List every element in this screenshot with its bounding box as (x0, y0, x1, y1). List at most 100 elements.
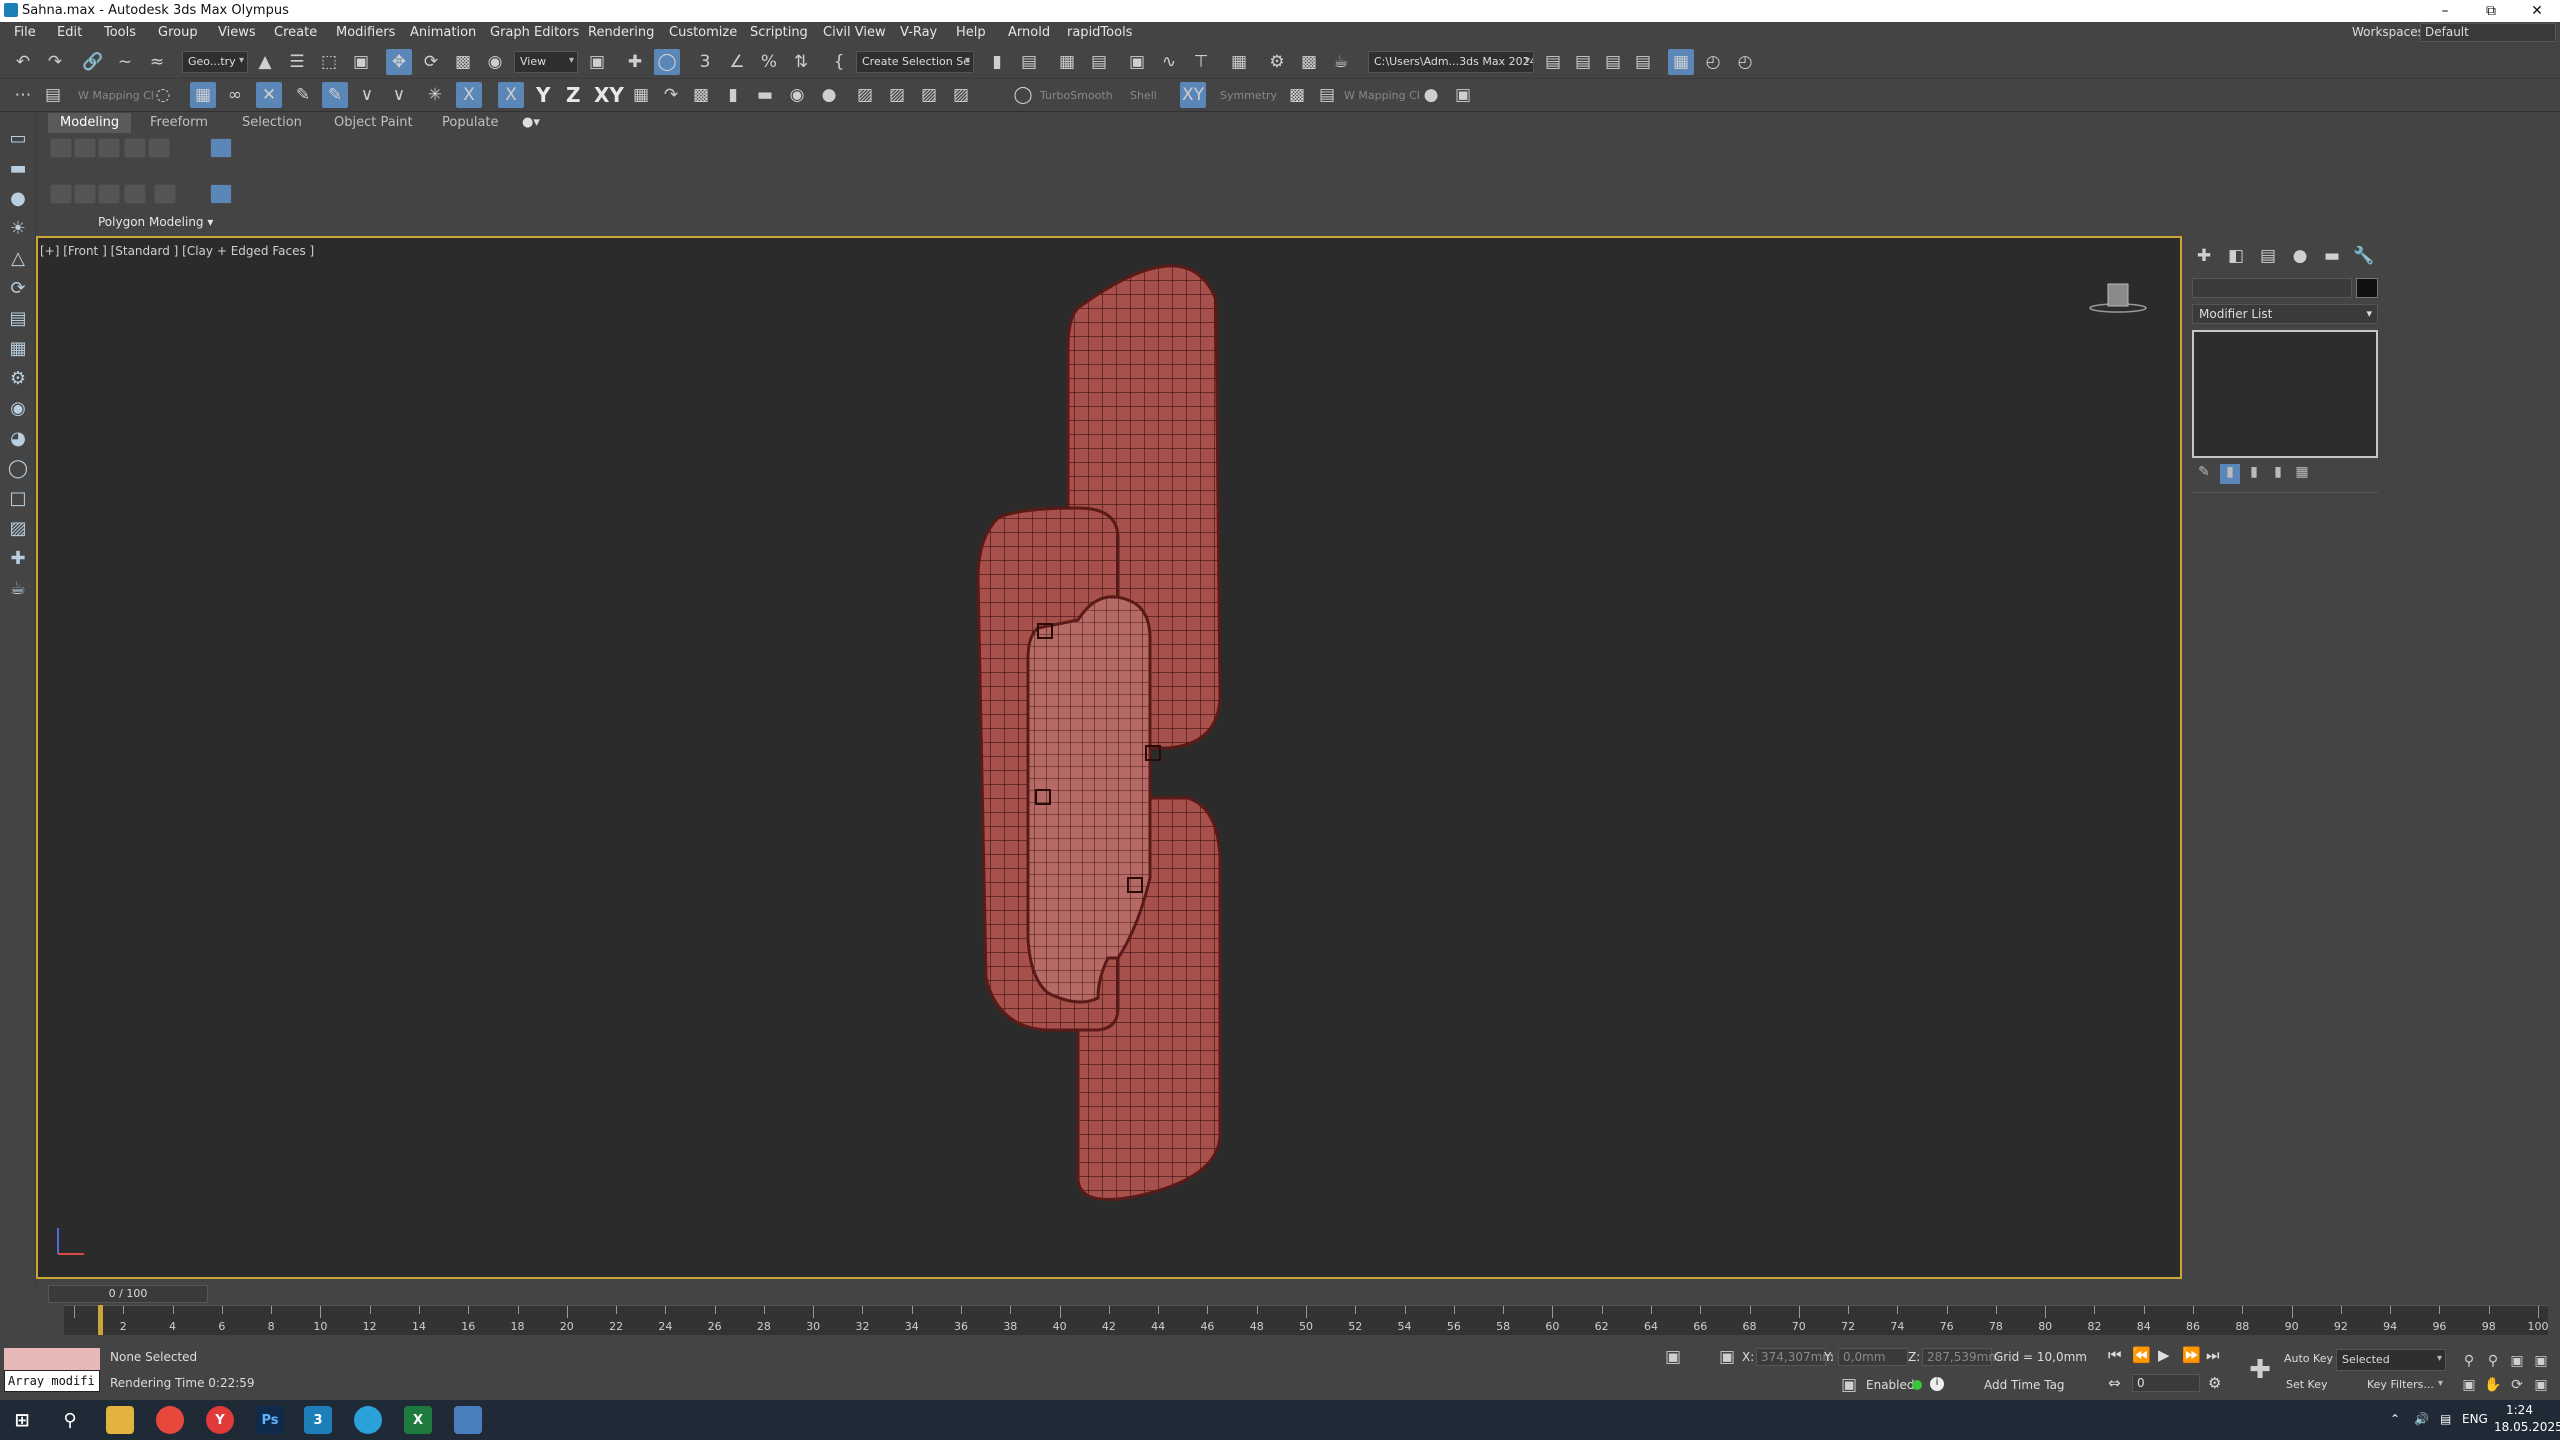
paint-icon[interactable]: ✎ (322, 82, 348, 108)
uvw-map-icon[interactable]: ▤ (40, 82, 66, 108)
tab-object-paint[interactable]: Object Paint (334, 115, 413, 130)
snaps-toggle-icon[interactable]: 3 (692, 49, 718, 75)
utilities-tab-icon[interactable]: 🔧 (2350, 246, 2378, 270)
project-path-dropdown[interactable]: C:\Users\Adm...3ds Max 2024 (1368, 51, 1534, 73)
x-field[interactable]: 374,307mm (1756, 1348, 1834, 1366)
scissor-icon[interactable]: ✕ (256, 82, 282, 108)
timer-icon[interactable]: ◴ (1700, 49, 1726, 75)
turbosmooth-label[interactable]: TurboSmooth (1040, 89, 1113, 102)
go-to-end-icon[interactable]: ⏭ (2206, 1346, 2220, 1364)
ribbon-tool-3[interactable] (98, 138, 120, 158)
z-field[interactable]: 287,539mm (1922, 1348, 2000, 1366)
select-by-name-icon[interactable]: ☰ (284, 49, 310, 75)
excel-icon[interactable]: X (404, 1406, 432, 1434)
bind-spacewarp-icon[interactable]: ≈ (144, 49, 170, 75)
modifier-stack[interactable] (2192, 330, 2378, 458)
move-tool-icon[interactable]: ✚ (5, 546, 31, 572)
brush-tool-icon[interactable]: ▦ (5, 336, 31, 362)
angle-snap-icon[interactable]: ∠ (724, 49, 750, 75)
axis-x-button[interactable]: X (498, 82, 524, 108)
tray-chevron-icon[interactable]: ⌃ (2390, 1412, 2400, 1426)
drop-icon[interactable]: ◉ (784, 82, 810, 108)
set-key-icon[interactable]: ✚ (2244, 1354, 2276, 1386)
ribbon-tool-10[interactable] (154, 184, 176, 204)
ribbon-tool-5[interactable] (148, 138, 170, 158)
layers-icon[interactable]: ▤ (5, 306, 31, 332)
make-unique-icon[interactable]: ▮ (2244, 464, 2264, 484)
add-time-tag[interactable]: Add Time Tag (1984, 1378, 2065, 1392)
menu-file[interactable]: File (14, 25, 36, 40)
ribbon-tool-2[interactable] (74, 138, 96, 158)
viewport-layout-icon[interactable]: ▦ (1668, 49, 1694, 75)
xform-icon[interactable]: X (456, 82, 482, 108)
menu-tools[interactable]: Tools (104, 25, 136, 40)
paint-bucket-icon[interactable]: ◕ (5, 426, 31, 452)
viewport-front[interactable]: [+] [Front ] [Standard ] [Clay + Edged F… (36, 236, 2182, 1279)
light-icon[interactable]: ● (5, 186, 31, 212)
object-name-input[interactable] (2192, 278, 2352, 298)
ribbon-tool-7[interactable] (74, 184, 96, 204)
ribbon-tool-4[interactable] (124, 138, 146, 158)
ribbon-tool-8[interactable] (98, 184, 120, 204)
window-crossing-icon[interactable]: ▣ (348, 49, 374, 75)
globe-icon[interactable]: ◉ (5, 396, 31, 422)
menu-views[interactable]: Views (218, 25, 256, 40)
ribbon-panel-label[interactable]: Polygon Modeling ▾ (98, 215, 213, 229)
checker-icon[interactable]: ▩ (1284, 82, 1310, 108)
rendered-frame-window-icon[interactable]: ▩ (1296, 49, 1322, 75)
listener-input[interactable]: Array modifi (4, 1370, 100, 1392)
search-icon[interactable]: ⚲ (56, 1406, 84, 1434)
render-region-icon[interactable]: ▨ (5, 516, 31, 542)
schematic-view-icon[interactable]: ⊤ (1188, 49, 1214, 75)
set-key-button[interactable]: Set Key (2286, 1378, 2328, 1391)
ffd3-icon[interactable]: ▨ (948, 82, 974, 108)
align-icon[interactable]: ▤ (1016, 49, 1042, 75)
shell-label[interactable]: Shell (1130, 89, 1157, 102)
open-file-icon[interactable]: ▤ (1540, 49, 1566, 75)
select-scale-icon[interactable]: ▩ (450, 49, 476, 75)
ref-coord-dropdown[interactable]: View (514, 51, 578, 73)
volume-icon[interactable]: 🔊 (2414, 1412, 2429, 1426)
selection-filter-dropdown[interactable]: Geo...try (182, 51, 248, 73)
select-object-icon[interactable]: ▲ (252, 49, 278, 75)
tab-selection[interactable]: Selection (242, 115, 302, 130)
asterisk-icon[interactable]: ✳ (422, 82, 448, 108)
orbit-icon[interactable]: ⟳ (5, 276, 31, 302)
field-of-view-icon[interactable]: ▣ (2456, 1372, 2482, 1398)
uvw-mapping-label[interactable]: W Mapping Cl (78, 89, 154, 102)
image-plane-icon[interactable]: ▩ (688, 82, 714, 108)
menu-graph-editors[interactable]: Graph Editors (490, 25, 579, 40)
menu-vray[interactable]: V-Ray (900, 25, 937, 40)
ribbon-tool-9[interactable] (124, 184, 146, 204)
menu-scripting[interactable]: Scripting (750, 25, 808, 40)
mirror-icon[interactable]: ▮ (984, 49, 1010, 75)
object-color-swatch[interactable] (2356, 278, 2378, 298)
create-panel-icon[interactable]: ▭ (5, 126, 31, 152)
configure-sets-icon[interactable]: ▦ (2292, 464, 2312, 484)
layer-explorer-icon[interactable]: ▤ (1086, 49, 1112, 75)
motion-tab-icon[interactable]: ● (2286, 246, 2314, 270)
chamfer2-icon[interactable]: ∨ (386, 82, 412, 108)
menu-modifiers[interactable]: Modifiers (336, 25, 395, 40)
key-filters-button[interactable]: Key Filters... (2362, 1375, 2446, 1397)
recent-folder-icon[interactable]: ▤ (1630, 49, 1656, 75)
menu-edit[interactable]: Edit (57, 25, 82, 40)
lathe-icon[interactable]: ▨ (852, 82, 878, 108)
yandex-browser-icon[interactable]: Y (206, 1406, 234, 1434)
menu-customize[interactable]: Customize (669, 25, 737, 40)
project-folder-icon[interactable]: ▤ (1600, 49, 1626, 75)
scene-icon[interactable]: ▬ (5, 156, 31, 182)
maxscript-listener[interactable]: Array modifi (4, 1348, 100, 1392)
previous-frame-icon[interactable]: ⏪ (2132, 1346, 2151, 1364)
language-indicator[interactable]: ENG (2462, 1412, 2488, 1426)
mesh-object[interactable] (38, 238, 2180, 1277)
go-to-start-icon[interactable]: ⏮ (2108, 1346, 2122, 1364)
menu-help[interactable]: Help (956, 25, 986, 40)
gear-icon[interactable]: ⚙ (5, 366, 31, 392)
bulb-icon[interactable]: ◯ (5, 456, 31, 482)
grid-dots-icon[interactable]: ⋯ (10, 82, 36, 108)
uvw-map2-icon[interactable]: ▤ (1314, 82, 1340, 108)
chrome-icon[interactable] (156, 1406, 184, 1434)
percent-snap-icon[interactable]: % (756, 49, 782, 75)
rect-selection-icon[interactable]: ⬚ (316, 49, 342, 75)
